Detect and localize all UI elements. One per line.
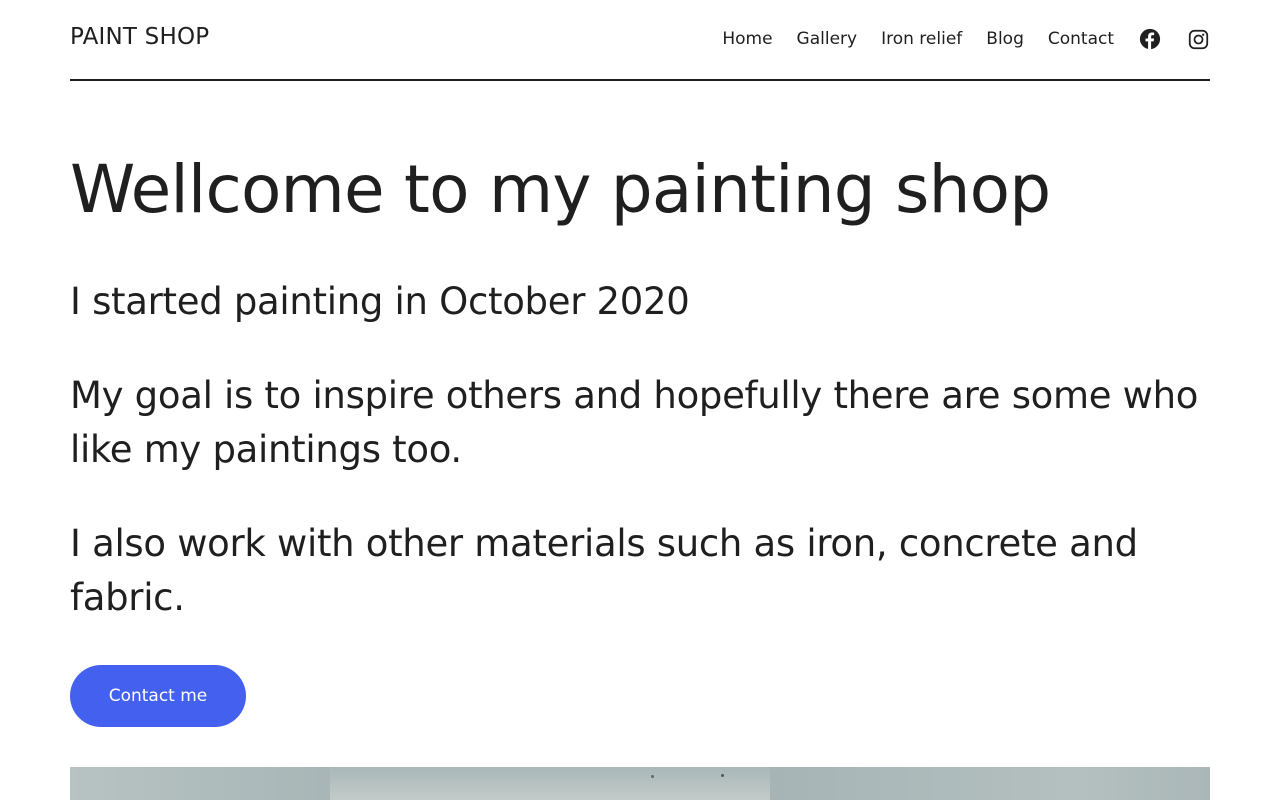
- facebook-icon-graphic: [1139, 28, 1161, 50]
- intro-paragraph: I started painting in October 2020: [70, 280, 690, 323]
- main-nav: Home Gallery Iron relief Blog Contact: [722, 27, 1210, 51]
- nav-item-home[interactable]: Home: [722, 29, 772, 49]
- site-header: PAINT SHOP Home Gallery Iron relief Blog…: [70, 0, 1210, 81]
- image-detail: [721, 774, 724, 777]
- image-texture-right: [770, 767, 1210, 800]
- image-texture-left: [70, 767, 330, 800]
- nav-item-iron-relief[interactable]: Iron relief: [881, 29, 962, 49]
- nav-item-blog[interactable]: Blog: [986, 29, 1024, 49]
- site-title[interactable]: PAINT SHOP: [70, 24, 209, 50]
- contact-me-button[interactable]: Contact me: [70, 665, 246, 727]
- goal-paragraph: My goal is to inspire others and hopeful…: [70, 374, 1199, 471]
- instagram-icon-graphic: [1188, 29, 1208, 49]
- nav-item-contact[interactable]: Contact: [1048, 29, 1114, 49]
- page-title: Wellcome to my painting shop: [70, 151, 1051, 228]
- painting-image: [70, 767, 1210, 800]
- facebook-icon[interactable]: [1138, 27, 1162, 51]
- image-detail: [651, 775, 654, 778]
- instagram-icon[interactable]: [1186, 27, 1210, 51]
- nav-item-gallery[interactable]: Gallery: [797, 29, 858, 49]
- materials-paragraph: I also work with other materials such as…: [70, 522, 1138, 619]
